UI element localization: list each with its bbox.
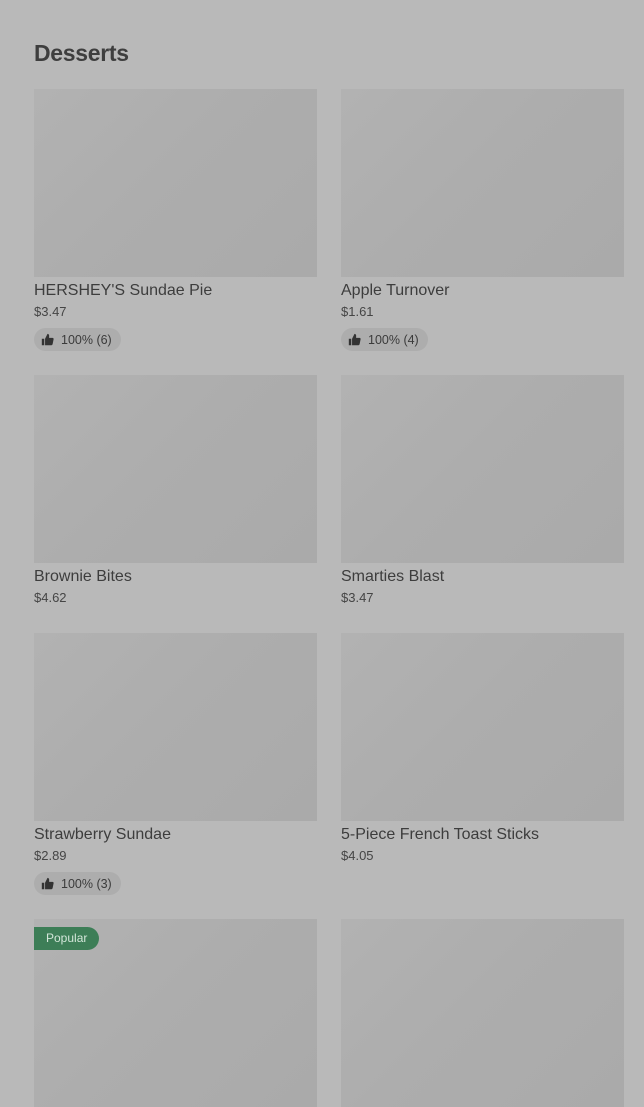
menu-item-card[interactable]: 5-Piece French Toast Sticks $4.05 [341,633,624,864]
item-image[interactable] [341,919,624,1107]
thumbs-up-icon [41,877,54,890]
item-price: $3.47 [34,304,67,319]
rating-badge: 100% (3) [34,872,121,895]
thumbs-up-icon [348,333,361,346]
item-image[interactable] [34,375,317,563]
menu-item-card[interactable]: HERSHEY'S Sundae Pie $3.47 100% (6) [34,89,317,351]
item-image[interactable] [341,375,624,563]
menu-item-card[interactable]: Popular [34,919,317,1107]
item-image[interactable] [341,633,624,821]
item-price: $2.89 [34,848,67,863]
rating-badge: 100% (6) [34,328,121,351]
menu-item-card[interactable] [341,919,624,1107]
item-image[interactable] [34,89,317,277]
item-image[interactable] [34,633,317,821]
section-title: Desserts [34,40,129,66]
rating-badge: 100% (4) [341,328,428,351]
item-name: Strawberry Sundae [34,826,171,843]
menu-item-card[interactable]: Strawberry Sundae $2.89 100% (3) [34,633,317,895]
popular-badge: Popular [34,927,100,950]
item-name: Smarties Blast [341,568,445,585]
item-price: $1.61 [341,304,374,319]
item-price: $4.05 [341,848,374,863]
item-name: Brownie Bites [34,568,132,585]
menu-item-card[interactable]: Smarties Blast $3.47 [341,375,624,606]
item-image[interactable] [341,89,624,277]
rating-text: 100% (4) [368,332,419,347]
thumbs-up-icon [41,333,54,346]
item-name: HERSHEY'S Sundae Pie [34,282,213,299]
rating-text: 100% (6) [61,332,112,347]
item-name: Apple Turnover [341,282,450,299]
item-name: 5-Piece French Toast Sticks [341,826,540,843]
menu-item-card[interactable]: Brownie Bites $4.62 [34,375,317,606]
item-price: $3.47 [341,590,374,605]
item-price: $4.62 [34,590,67,605]
item-image[interactable]: Popular [34,919,317,1107]
menu-item-card[interactable]: Apple Turnover $1.61 100% (4) [341,89,624,351]
rating-text: 100% (3) [61,876,112,891]
